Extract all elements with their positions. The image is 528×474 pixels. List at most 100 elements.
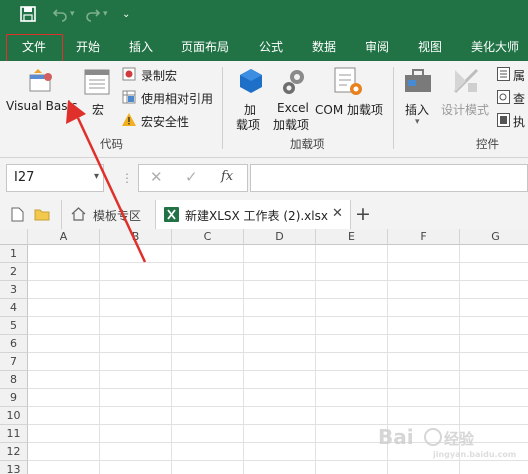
design-mode-button[interactable]: 设计模式 — [441, 101, 489, 118]
column-header[interactable]: C — [172, 229, 244, 245]
row-header[interactable]: 7 — [0, 353, 28, 371]
undo-icon[interactable] — [52, 6, 68, 26]
column-header[interactable]: E — [316, 229, 388, 245]
svg-text:Bai: Bai — [378, 425, 414, 449]
row-header[interactable]: 4 — [0, 299, 28, 317]
view-code-button[interactable]: 查 — [513, 90, 525, 107]
row-header[interactable]: 5 — [0, 317, 28, 335]
group-separator — [222, 67, 223, 149]
cancel-icon[interactable]: ✕ — [150, 168, 163, 186]
row-header[interactable]: 8 — [0, 371, 28, 389]
column-header[interactable]: B — [100, 229, 172, 245]
gridline — [28, 370, 528, 371]
gridline — [28, 298, 528, 299]
name-box[interactable]: I27 ▾ — [6, 164, 104, 192]
tab-beautify-master[interactable]: 美化大师 — [471, 33, 519, 61]
row-header[interactable]: 12 — [0, 443, 28, 461]
formula-bar-grip-icon: ⋮ — [121, 171, 133, 185]
tab-insert[interactable]: 插入 — [129, 33, 153, 61]
confirm-icon[interactable]: ✓ — [185, 168, 198, 186]
document-tab-bar: 模板专区 新建XLSX 工作表 (2).xlsx ✕ + — [0, 200, 528, 230]
record-macro-icon — [122, 67, 136, 84]
svg-text:jingyan.baidu.com: jingyan.baidu.com — [432, 450, 516, 459]
group-separator — [393, 67, 394, 149]
properties-button[interactable]: 属 — [513, 67, 525, 84]
insert-control-dropdown-icon[interactable]: ▾ — [415, 117, 420, 127]
group-label-addins: 加载项 — [290, 137, 325, 151]
redo-icon[interactable] — [85, 6, 101, 26]
relative-reference-icon — [122, 90, 136, 107]
tab-page-layout[interactable]: 页面布局 — [181, 33, 229, 61]
addins-cube-icon — [237, 67, 265, 98]
macro-security-button[interactable]: 宏安全性 — [141, 113, 189, 130]
close-tab-icon[interactable]: ✕ — [332, 206, 343, 221]
save-icon[interactable] — [20, 6, 36, 26]
run-dialog-icon — [497, 113, 510, 130]
warning-icon — [122, 113, 136, 129]
formula-input[interactable] — [250, 164, 528, 192]
row-header[interactable]: 9 — [0, 389, 28, 407]
undo-dropdown-icon[interactable]: ▾ — [70, 9, 75, 19]
name-box-dropdown-icon[interactable]: ▾ — [94, 171, 99, 182]
customize-qat-icon[interactable]: ⌄ — [122, 9, 130, 20]
column-header[interactable]: F — [388, 229, 460, 245]
relative-reference-button[interactable]: 使用相对引用 — [141, 90, 213, 107]
properties-icon — [497, 67, 510, 84]
tab-data[interactable]: 数据 — [312, 33, 336, 61]
svg-text:经验: 经验 — [444, 430, 475, 448]
addins-button-line2[interactable]: 载项 — [236, 116, 260, 133]
ribbon-tab-bar: 文件 开始 插入 页面布局 公式 数据 审阅 视图 美化大师 — [0, 33, 528, 61]
row-header[interactable]: 13 — [0, 461, 28, 474]
redo-dropdown-icon[interactable]: ▾ — [103, 9, 108, 19]
excel-addins-gear-icon — [279, 67, 309, 100]
tab-view[interactable]: 视图 — [418, 33, 442, 61]
developer-ribbon: Visual Basic 宏 录制宏 使用相对引用 宏安全性 代码 加 载项 E… — [0, 61, 528, 158]
tab-active-workbook-label: 新建XLSX 工作表 (2).xlsx — [185, 209, 328, 223]
row-header[interactable]: 6 — [0, 335, 28, 353]
gridline — [28, 280, 528, 281]
home-icon — [71, 207, 86, 224]
insert-function-icon[interactable]: fx — [221, 169, 233, 184]
tab-home[interactable]: 开始 — [76, 33, 100, 61]
gridline — [28, 406, 528, 407]
gridline — [28, 334, 528, 335]
com-addins-icon — [334, 67, 364, 100]
view-code-icon — [497, 90, 510, 107]
macro-icon — [84, 69, 110, 98]
tab-formulas[interactable]: 公式 — [259, 33, 283, 61]
insert-control-button[interactable]: 插入 — [405, 101, 429, 118]
group-label-code: 代码 — [100, 137, 123, 151]
row-header[interactable]: 3 — [0, 281, 28, 299]
run-dialog-button[interactable]: 执 — [513, 113, 525, 130]
visual-basic-button[interactable]: Visual Basic — [6, 99, 77, 113]
new-document-icon[interactable] — [11, 207, 24, 225]
column-header[interactable]: D — [244, 229, 316, 245]
gridline — [28, 460, 528, 461]
row-header[interactable]: 2 — [0, 263, 28, 281]
insert-control-icon — [404, 69, 432, 96]
row-header[interactable]: 10 — [0, 407, 28, 425]
gridline — [28, 316, 528, 317]
tab-active-workbook[interactable]: 新建XLSX 工作表 (2).xlsx ✕ — [155, 200, 351, 230]
excel-addins-line1[interactable]: Excel — [277, 101, 309, 115]
group-label-controls: 控件 — [476, 137, 499, 151]
tab-template-area-label: 模板专区 — [93, 209, 142, 223]
visual-basic-icon — [28, 69, 54, 96]
new-tab-icon[interactable]: + — [355, 203, 371, 225]
tab-template-area[interactable]: 模板专区 — [61, 200, 156, 229]
tab-review[interactable]: 审阅 — [365, 33, 389, 61]
folder-icon[interactable] — [34, 208, 50, 224]
com-addins-button[interactable]: COM 加载项 — [315, 101, 383, 118]
column-header[interactable]: G — [460, 229, 528, 245]
row-header[interactable]: 1 — [0, 245, 28, 263]
excel-addins-line2[interactable]: 加载项 — [273, 116, 309, 133]
select-all-corner[interactable] — [0, 229, 28, 245]
name-box-value: I27 — [14, 170, 35, 185]
record-macro-button[interactable]: 录制宏 — [141, 67, 177, 84]
watermark: Bai 经验 jingyan.baidu.com — [378, 420, 523, 460]
gridline — [28, 352, 528, 353]
column-header[interactable]: A — [28, 229, 100, 245]
formula-buttons: ✕ ✓ fx — [138, 164, 248, 192]
row-header[interactable]: 11 — [0, 425, 28, 443]
macro-button[interactable]: 宏 — [92, 101, 104, 118]
